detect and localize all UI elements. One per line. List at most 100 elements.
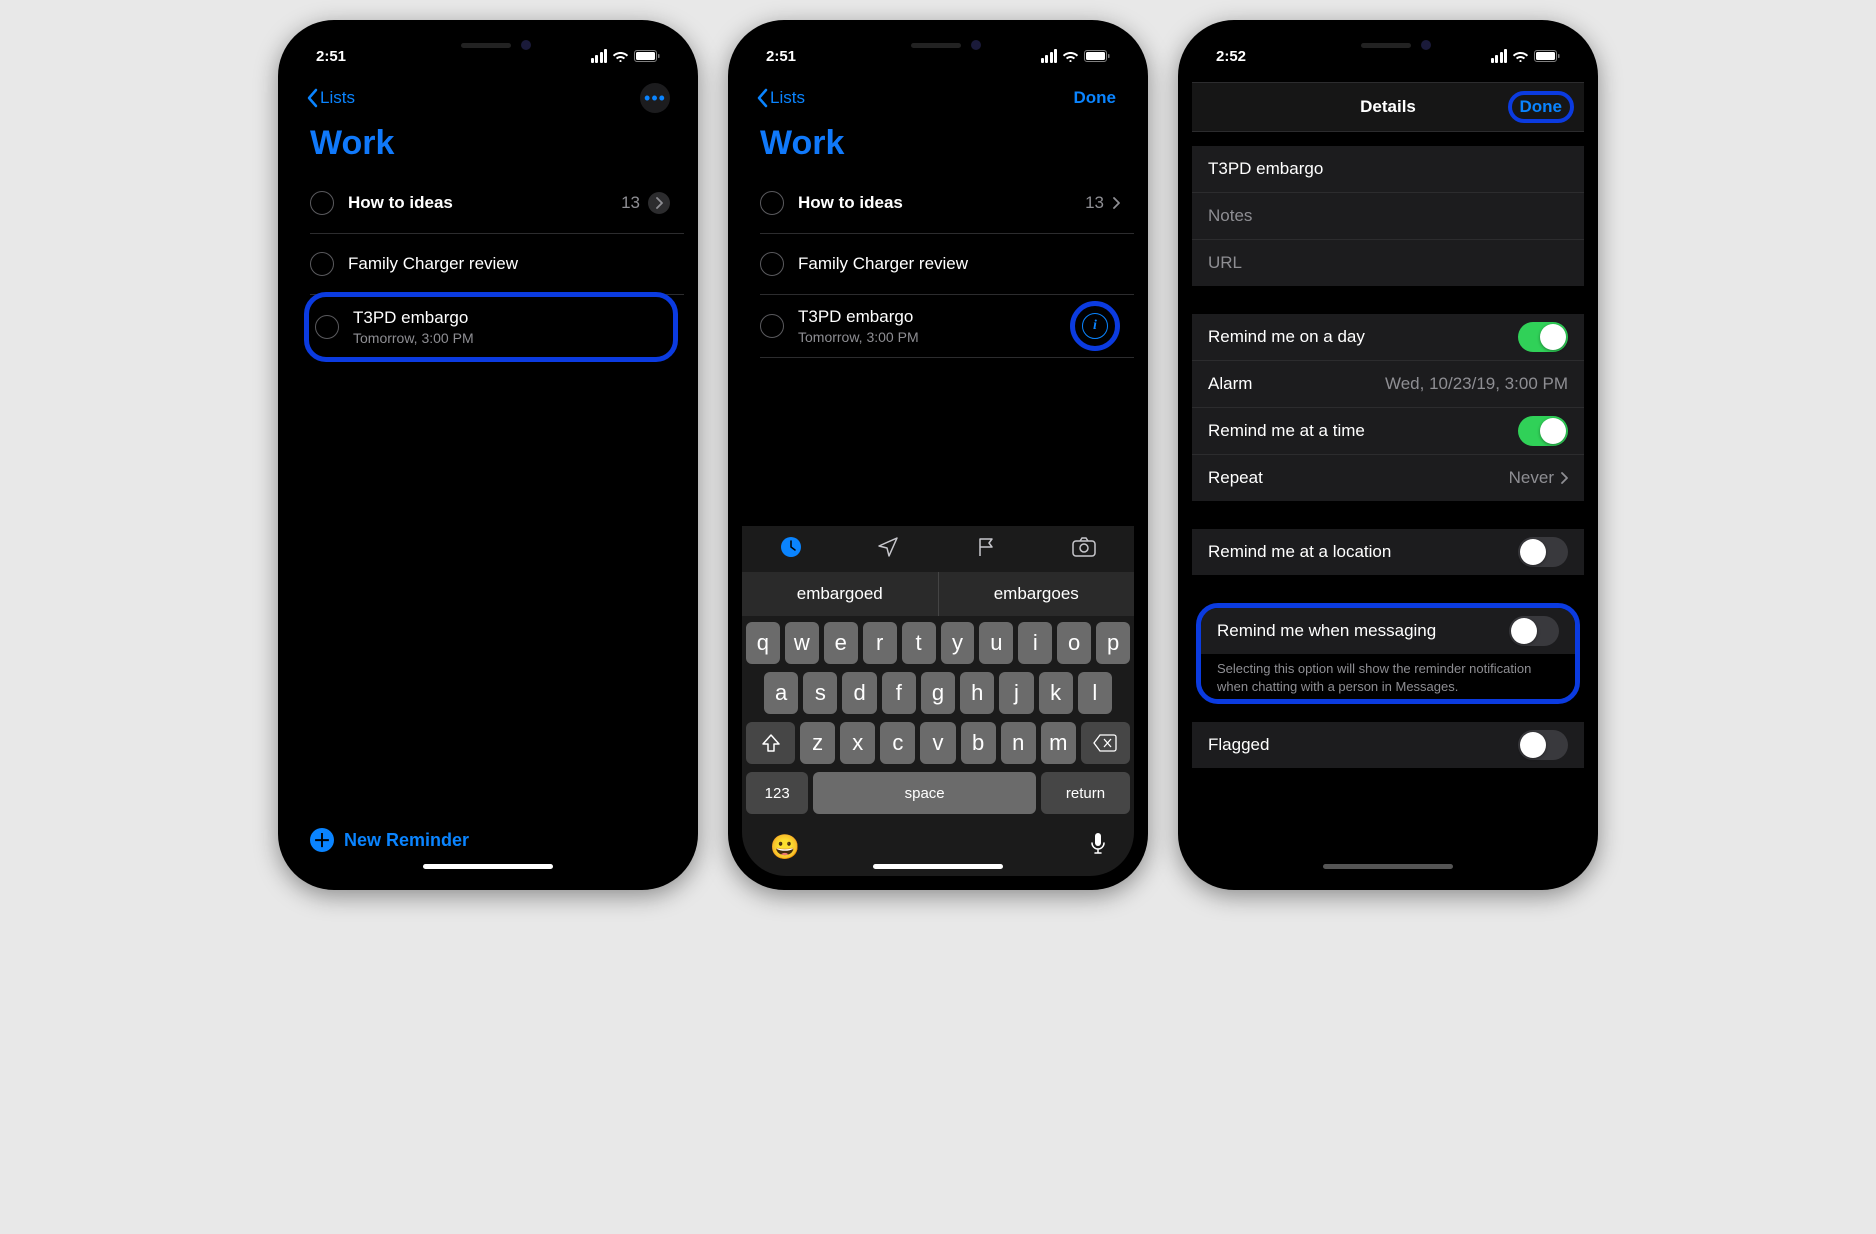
toggle-flagged[interactable] [1518,730,1568,760]
home-indicator[interactable] [873,864,1003,869]
home-indicator[interactable] [1323,864,1453,869]
key-k[interactable]: k [1039,672,1073,714]
signal-icon [591,49,608,63]
item-count: 13 [621,193,640,213]
key-b[interactable]: b [961,722,996,764]
key-x[interactable]: x [840,722,875,764]
reminder-list: How to ideas 13 Family Charger review [292,173,684,359]
row-label: Remind me when messaging [1217,621,1436,641]
key-l[interactable]: l [1078,672,1112,714]
field-placeholder: Notes [1208,206,1252,226]
item-subtitle: Tomorrow, 3:00 PM [353,330,665,346]
key-e[interactable]: e [824,622,858,664]
location-icon[interactable] [877,536,899,563]
key-v[interactable]: v [920,722,955,764]
suggestion[interactable]: embargoed [742,572,939,616]
wifi-icon [1062,50,1079,62]
battery-icon [634,50,660,62]
done-button[interactable]: Done [1520,97,1563,116]
emoji-button[interactable]: 😀 [770,833,800,862]
key-t[interactable]: t [902,622,936,664]
section-time: Remind me on a day Alarm Wed, 10/23/19, … [1192,314,1584,501]
key-s[interactable]: s [803,672,837,714]
remind-day-row[interactable]: Remind me on a day [1192,314,1584,360]
key-f[interactable]: f [882,672,916,714]
key-m[interactable]: m [1041,722,1076,764]
shift-key[interactable] [746,722,795,764]
key-i[interactable]: i [1018,622,1052,664]
list-item[interactable]: Family Charger review [310,234,684,295]
key-w[interactable]: w [785,622,819,664]
disclosure-button[interactable] [648,192,670,214]
phone-1: 2:51 Lists ••• Work [278,20,698,890]
key-o[interactable]: o [1057,622,1091,664]
notes-field[interactable]: Notes [1192,192,1584,239]
back-label: Lists [770,88,805,108]
more-button[interactable]: ••• [640,83,670,113]
info-button[interactable]: i [1082,313,1108,339]
item-title: Family Charger review [348,254,670,274]
camera-icon[interactable] [1072,537,1096,562]
return-key[interactable]: return [1041,772,1130,814]
dictation-button[interactable] [1090,832,1106,863]
list-item[interactable]: How to ideas 13 [760,173,1134,234]
key-d[interactable]: d [842,672,876,714]
complete-circle-icon[interactable] [760,314,784,338]
details-header: Details Done [1192,82,1584,132]
complete-circle-icon[interactable] [315,315,339,339]
toggle-remind-time[interactable] [1518,416,1568,446]
key-y[interactable]: y [941,622,975,664]
toggle-remind-location[interactable] [1518,537,1568,567]
list-item[interactable]: T3PD embargo Tomorrow, 3:00 PM [315,297,673,357]
remind-time-row[interactable]: Remind me at a time [1192,407,1584,454]
status-time: 2:51 [316,48,346,65]
key-r[interactable]: r [863,622,897,664]
key-n[interactable]: n [1001,722,1036,764]
key-h[interactable]: h [960,672,994,714]
list-item[interactable]: Family Charger review [760,234,1134,295]
title-field[interactable]: T3PD embargo [1192,146,1584,192]
list-title: Work [292,120,684,173]
flag-icon[interactable] [975,536,997,563]
key-u[interactable]: u [979,622,1013,664]
list-item[interactable]: T3PD embargo Tomorrow, 3:00 PM i [760,295,1134,358]
new-reminder-button[interactable]: ＋ New Reminder [310,828,469,852]
key-p[interactable]: p [1096,622,1130,664]
suggestion[interactable]: embargoes [939,572,1135,616]
alarm-row[interactable]: Alarm Wed, 10/23/19, 3:00 PM [1192,360,1584,407]
row-label: Remind me at a location [1208,542,1391,562]
home-indicator[interactable] [423,864,553,869]
remind-location-row[interactable]: Remind me at a location [1192,529,1584,575]
key-z[interactable]: z [800,722,835,764]
key-q[interactable]: q [746,622,780,664]
key-a[interactable]: a [764,672,798,714]
toggle-remind-messaging[interactable] [1509,616,1559,646]
complete-circle-icon[interactable] [310,191,334,215]
repeat-row[interactable]: Repeat Never [1192,454,1584,501]
complete-circle-icon[interactable] [760,252,784,276]
complete-circle-icon[interactable] [310,252,334,276]
back-button[interactable]: Lists [306,88,355,108]
toggle-remind-day[interactable] [1518,322,1568,352]
numeric-key[interactable]: 123 [746,772,808,814]
key-c[interactable]: c [880,722,915,764]
delete-key[interactable] [1081,722,1130,764]
chevron-left-icon [306,88,318,108]
clock-icon[interactable] [780,536,802,563]
key-g[interactable]: g [921,672,955,714]
list-item[interactable]: How to ideas 13 [310,173,684,234]
url-field[interactable]: URL [1192,239,1584,286]
remind-messaging-row[interactable]: Remind me when messaging [1201,608,1575,654]
complete-circle-icon[interactable] [760,191,784,215]
back-button[interactable]: Lists [756,88,805,108]
section-basic: T3PD embargo Notes URL [1192,146,1584,286]
chevron-left-icon [756,88,768,108]
title-value: T3PD embargo [1208,159,1323,179]
status-time: 2:51 [766,48,796,65]
section-location: Remind me at a location [1192,529,1584,575]
space-key[interactable]: space [813,772,1036,814]
key-j[interactable]: j [999,672,1033,714]
flagged-row[interactable]: Flagged [1192,722,1584,768]
done-button[interactable]: Done [1074,88,1121,108]
status-time: 2:52 [1216,48,1246,65]
